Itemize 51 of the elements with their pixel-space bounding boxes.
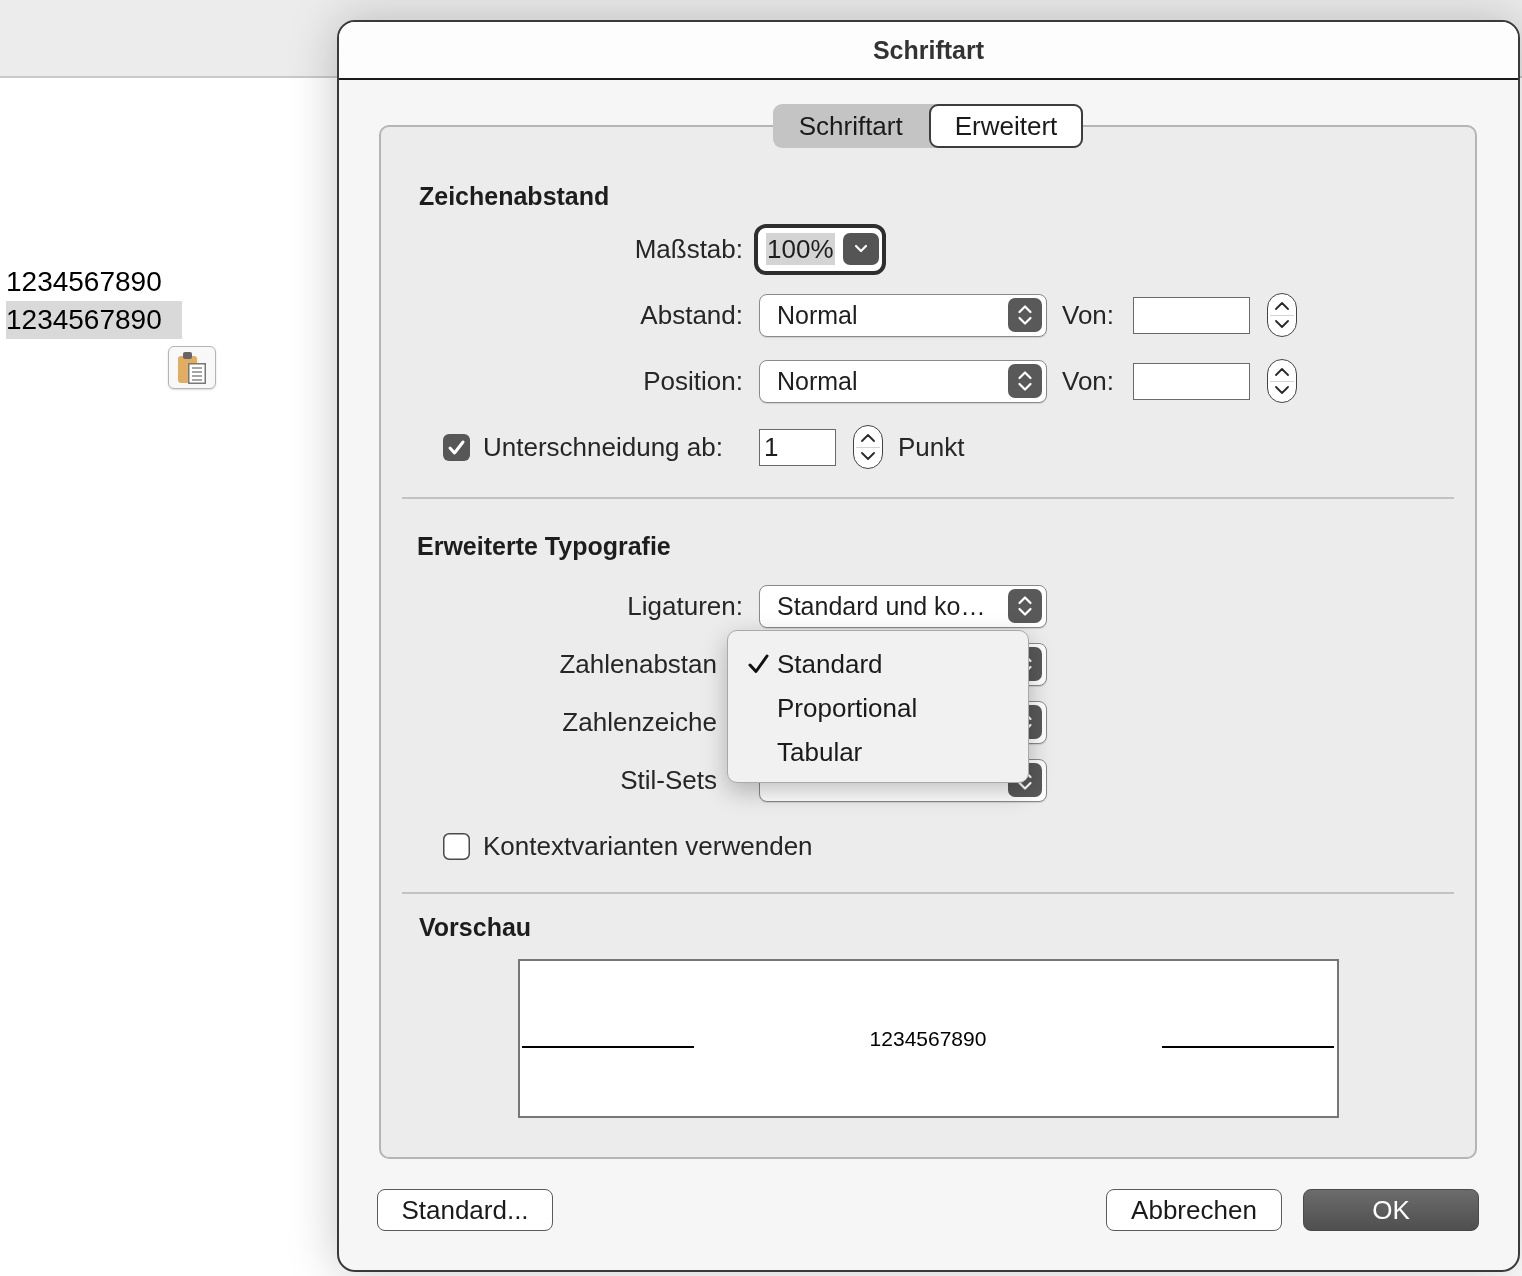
chevron-up-icon[interactable] [860, 434, 875, 442]
chevron-down-icon[interactable] [1275, 320, 1290, 328]
stepper[interactable] [1267, 359, 1298, 403]
field-label: Maßstab: [634, 234, 743, 264]
input-field[interactable] [1133, 362, 1251, 400]
menu-item[interactable]: Standard [728, 642, 1028, 686]
up-down-chevron-icon [1008, 589, 1042, 623]
document-text: 1234567890 [6, 301, 182, 339]
checkbox[interactable] [443, 832, 470, 860]
document-text: 1234567890 [6, 265, 163, 299]
checkbox[interactable] [443, 433, 470, 461]
menu-item[interactable]: Tabular [728, 730, 1028, 774]
up-down-chevron-icon [1008, 298, 1042, 332]
push-button[interactable]: Standard... [377, 1189, 553, 1231]
section-heading: Erweiterte Typografie [417, 531, 671, 561]
chevron-down-icon[interactable] [1275, 386, 1290, 394]
section-heading: Zeichenabstand [419, 181, 610, 211]
unit-label: Punkt [897, 431, 965, 463]
field-label: Abstand: [640, 300, 743, 330]
field-label: Stil-Sets [620, 765, 717, 795]
field-label: Von: [1062, 299, 1115, 331]
tab[interactable]: Schriftart [772, 104, 929, 148]
input-field[interactable] [1133, 296, 1251, 334]
field-label: Position: [643, 366, 743, 396]
combo-box[interactable]: 100% [754, 223, 886, 275]
field-label: Von: [1062, 365, 1115, 397]
checkbox-label: Kontextvarianten verwenden [483, 830, 813, 862]
checkbox-label: Unterschneidung ab: [483, 431, 723, 463]
section-heading: Vorschau [419, 912, 532, 942]
popup-button[interactable]: Normal [759, 293, 1047, 337]
menu-item[interactable]: Proportional [728, 686, 1028, 730]
stepper[interactable] [852, 425, 883, 469]
popup-button[interactable]: Standard und ko… [759, 584, 1047, 628]
push-button[interactable]: Abbrechen [1106, 1189, 1282, 1231]
dialog-title: Schriftart [872, 35, 985, 65]
default-button[interactable]: OK [1303, 1189, 1479, 1231]
field-label: Zahlenabstan [559, 649, 717, 679]
field-label: Zahlenzeiche [562, 707, 717, 737]
clipboard-icon [178, 351, 206, 384]
chevron-down-icon[interactable] [860, 452, 875, 460]
tab[interactable]: Erweitert [928, 104, 1084, 148]
up-down-chevron-icon [1008, 364, 1042, 398]
popup-button[interactable]: Normal [759, 359, 1047, 403]
preview-text: 1234567890 [869, 1026, 987, 1051]
field-label: Ligaturen: [627, 591, 743, 621]
clipboard-button[interactable] [168, 346, 216, 389]
chevron-down-icon[interactable] [842, 233, 879, 265]
stepper[interactable] [1267, 293, 1298, 337]
chevron-up-icon[interactable] [1275, 368, 1290, 376]
input-field[interactable]: 1 [758, 428, 836, 466]
chevron-up-icon[interactable] [1275, 302, 1290, 310]
